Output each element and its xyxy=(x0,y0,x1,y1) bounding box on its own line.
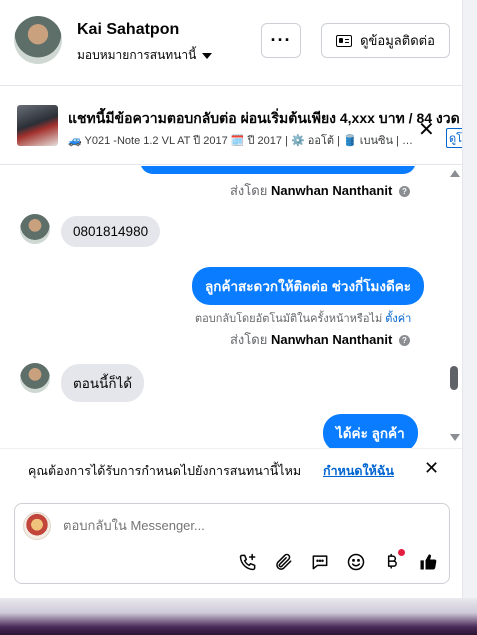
sent-by-label: ส่งโดย Nanwhan Nanthanit ? xyxy=(230,180,410,201)
scroll-up-arrow-icon[interactable] xyxy=(450,170,460,177)
sender-name: Nanwhan Nanthanit xyxy=(270,332,393,347)
conversation-panel: Kai Sahatpon มอบหมายการสนทนานี้ ··· ดูข้… xyxy=(0,0,463,598)
emoji-icon[interactable] xyxy=(345,551,367,573)
message-bubble-outgoing: ลูกค้าสะดวกให้ติดต่อ ช่วงกี่โมงดีคะ xyxy=(192,267,425,305)
view-listing-link[interactable]: ดูโ xyxy=(446,128,462,148)
message-list: ส่งโดย Nanwhan Nanthanit ? 0801814980 ลู… xyxy=(0,166,462,448)
listing-thumbnail xyxy=(17,105,58,146)
assign-to-me-link[interactable]: กำหนดให้ฉัน xyxy=(323,461,394,481)
auto-reply-note: ตอบกลับโดยอัตโนมัติในครั้งหน้าหรือไม่ ตั… xyxy=(195,313,412,325)
contact-avatar[interactable] xyxy=(14,16,62,64)
scroll-down-arrow-icon[interactable] xyxy=(450,434,460,441)
close-icon[interactable]: ✕ xyxy=(418,117,435,142)
auto-reply-settings-link[interactable]: ตั้งค่า xyxy=(385,313,411,325)
listing-banner[interactable]: แชทนี้มีข้อความตอบกลับต่อ ผ่อนเริ่มต้นเพ… xyxy=(0,87,462,165)
window-edge xyxy=(463,0,477,598)
thumbs-up-icon[interactable] xyxy=(417,551,439,573)
reply-input[interactable] xyxy=(63,518,423,533)
attachment-icon[interactable] xyxy=(273,551,295,573)
saved-replies-icon[interactable] xyxy=(309,551,331,573)
assign-reminder-text: คุณต้องการได้รับการกำหนดไปยังการสนทนานี้… xyxy=(28,464,302,478)
view-contact-label: ดูข้อมูลติดต่อ xyxy=(360,33,435,48)
view-contact-button[interactable]: ดูข้อมูลติดต่อ xyxy=(321,23,450,58)
sent-by-label: ส่งโดย Nanwhan Nanthanit ? xyxy=(230,329,410,350)
contact-card-icon xyxy=(336,34,353,47)
message-scrollbar[interactable] xyxy=(447,166,461,448)
info-icon[interactable]: ? xyxy=(398,186,410,197)
contact-avatar-small xyxy=(20,214,50,244)
assign-reminder-bar: คุณต้องการได้รับการกำหนดไปยังการสนทนานี้… xyxy=(0,448,462,488)
listing-title: แชทนี้มีข้อความตอบกลับต่อ ผ่อนเริ่มต้นเพ… xyxy=(68,110,460,126)
assign-label: มอบหมายการสนทนานี้ xyxy=(77,48,197,62)
sender-name: Nanwhan Nanthanit xyxy=(270,183,393,198)
message-bubble-incoming: ตอนนี้ก็ได้ xyxy=(61,364,145,402)
contact-avatar-small xyxy=(20,363,50,393)
info-icon[interactable]: ? xyxy=(398,335,410,346)
close-icon[interactable]: ✕ xyxy=(424,458,439,479)
assign-conversation-dropdown[interactable]: มอบหมายการสนทนานี้ xyxy=(77,46,213,65)
more-options-button[interactable]: ··· xyxy=(261,23,301,58)
call-add-icon[interactable] xyxy=(237,551,259,573)
desktop-background xyxy=(0,598,477,635)
page-avatar xyxy=(23,512,51,540)
message-bubble-incoming: 0801814980 xyxy=(61,216,161,247)
scroll-thumb[interactable] xyxy=(450,366,458,390)
more-icon: ··· xyxy=(270,30,292,50)
notification-dot xyxy=(398,549,405,556)
message-bubble-outgoing: ได้ค่ะ ลูกค้า xyxy=(323,414,418,448)
message-bubble-outgoing-partial xyxy=(140,166,416,174)
message-composer xyxy=(14,503,450,584)
contact-name[interactable]: Kai Sahatpon xyxy=(77,21,179,39)
payment-baht-icon[interactable] xyxy=(381,549,405,573)
composer-toolbar xyxy=(237,549,439,573)
caret-down-icon xyxy=(202,52,213,59)
listing-subtitle: 🚙 Y021 -Note 1.2 VL AT ปี 2017 🗓️ ปี 201… xyxy=(68,135,413,147)
conversation-header: Kai Sahatpon มอบหมายการสนทนานี้ ··· ดูข้… xyxy=(0,0,462,86)
